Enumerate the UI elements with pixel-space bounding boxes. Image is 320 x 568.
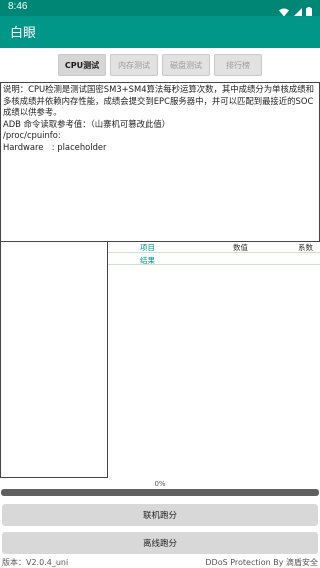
hardware-value: Hardware : placeholder	[3, 141, 107, 152]
tab-bar: CPU测试 内存测试 磁盘测试 排行榜	[0, 54, 320, 76]
adb-command-label: ADB 命令读取参考值：（山寨机可篡改此值）	[3, 118, 171, 129]
online-run-button[interactable]: 联机跑分	[2, 504, 318, 526]
status-time: 8:46	[8, 1, 28, 12]
tab-disk-test[interactable]: 磁盘测试	[162, 54, 210, 76]
results-table: 项目 数值 系数 结果	[108, 242, 320, 478]
result-divider	[108, 264, 320, 265]
version-label: 版本：V2.0.4_uni	[2, 558, 69, 567]
protection-label: DDoS Protection By 滴盾安全	[205, 558, 318, 567]
tab-memory-test[interactable]: 内存测试	[110, 54, 158, 76]
offline-run-button[interactable]: 离线跑分	[2, 532, 318, 554]
app-title: 白眼	[10, 26, 37, 41]
tab-cpu-test[interactable]: CPU测试	[58, 54, 106, 76]
status-bar: 8:46	[0, 0, 320, 17]
progress-text: 0%	[154, 480, 166, 488]
chart-panel	[0, 242, 108, 478]
cpuinfo-path: /proc/cpuinfo:	[3, 130, 61, 140]
description-text: 说明：CPU检测是测试国密SM3+SM4算法每秒运算次数，其中成绩分为单核成绩和…	[3, 84, 315, 117]
description-box: 说明：CPU检测是测试国密SM3+SM4算法每秒运算次数，其中成绩分为单核成绩和…	[0, 82, 320, 242]
header-divider	[108, 252, 320, 253]
footer: 版本：V2.0.4_uni DDoS Protection By 滴盾安全	[0, 556, 320, 568]
tab-ranking[interactable]: 排行榜	[214, 54, 262, 76]
progress-bar	[1, 489, 319, 496]
app-bar: 白眼	[0, 16, 320, 48]
table-header: 项目 数值 系数	[108, 242, 320, 252]
